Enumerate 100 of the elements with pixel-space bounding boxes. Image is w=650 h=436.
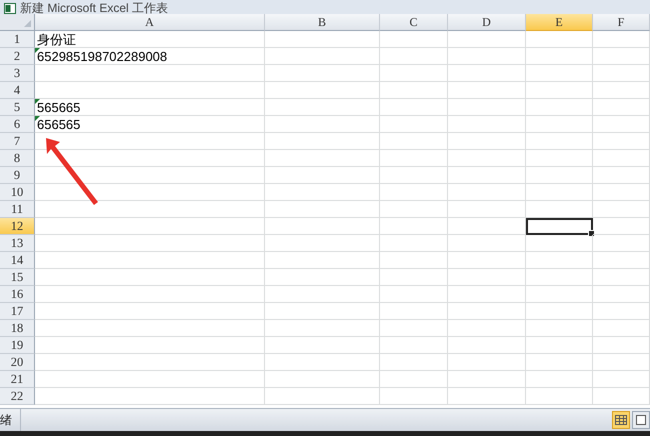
- table-cell[interactable]: [380, 269, 448, 286]
- table-cell[interactable]: [448, 82, 526, 99]
- table-cell[interactable]: [380, 150, 448, 167]
- column-header[interactable]: E: [526, 14, 593, 31]
- table-cell[interactable]: 656565: [35, 116, 265, 133]
- table-cell[interactable]: [526, 116, 593, 133]
- table-cell[interactable]: [593, 286, 650, 303]
- table-cell[interactable]: [593, 371, 650, 388]
- row-header[interactable]: 20: [0, 354, 35, 371]
- row-header[interactable]: 3: [0, 65, 35, 82]
- row-header[interactable]: 22: [0, 388, 35, 405]
- table-cell[interactable]: [526, 303, 593, 320]
- table-cell[interactable]: [448, 201, 526, 218]
- table-cell[interactable]: [448, 65, 526, 82]
- table-cell[interactable]: [448, 184, 526, 201]
- table-cell[interactable]: [265, 65, 380, 82]
- row-header[interactable]: 17: [0, 303, 35, 320]
- table-cell[interactable]: [380, 201, 448, 218]
- table-cell[interactable]: [380, 48, 448, 65]
- table-cell[interactable]: [593, 388, 650, 405]
- column-header[interactable]: F: [593, 14, 650, 31]
- table-cell[interactable]: [448, 269, 526, 286]
- table-cell[interactable]: [35, 218, 265, 235]
- table-cell[interactable]: [448, 252, 526, 269]
- table-cell[interactable]: [526, 31, 593, 48]
- column-header[interactable]: B: [265, 14, 380, 31]
- row-header[interactable]: 13: [0, 235, 35, 252]
- table-cell[interactable]: [380, 184, 448, 201]
- table-cell[interactable]: [448, 150, 526, 167]
- table-cell[interactable]: [265, 252, 380, 269]
- row-header[interactable]: 14: [0, 252, 35, 269]
- table-cell[interactable]: [526, 388, 593, 405]
- table-cell[interactable]: [448, 354, 526, 371]
- table-cell[interactable]: [448, 31, 526, 48]
- table-cell[interactable]: [380, 65, 448, 82]
- table-cell[interactable]: [380, 337, 448, 354]
- table-cell[interactable]: [593, 320, 650, 337]
- table-cell[interactable]: [526, 133, 593, 150]
- table-cell[interactable]: [265, 133, 380, 150]
- table-cell[interactable]: [380, 133, 448, 150]
- table-cell[interactable]: [380, 371, 448, 388]
- table-cell[interactable]: 身份证: [35, 31, 265, 48]
- table-cell[interactable]: [593, 201, 650, 218]
- table-cell[interactable]: [593, 354, 650, 371]
- column-header[interactable]: A: [35, 14, 265, 31]
- table-cell[interactable]: [35, 303, 265, 320]
- table-cell[interactable]: [593, 218, 650, 235]
- table-cell[interactable]: [265, 201, 380, 218]
- table-cell[interactable]: [265, 116, 380, 133]
- table-cell[interactable]: [593, 116, 650, 133]
- table-cell[interactable]: [526, 150, 593, 167]
- table-cell[interactable]: [380, 320, 448, 337]
- table-cell[interactable]: [448, 116, 526, 133]
- row-header[interactable]: 6: [0, 116, 35, 133]
- fill-handle[interactable]: [588, 230, 595, 237]
- row-header[interactable]: 10: [0, 184, 35, 201]
- table-cell[interactable]: [380, 82, 448, 99]
- table-cell[interactable]: [526, 82, 593, 99]
- table-cell[interactable]: [35, 371, 265, 388]
- table-cell[interactable]: [35, 388, 265, 405]
- table-cell[interactable]: [265, 167, 380, 184]
- table-cell[interactable]: [35, 354, 265, 371]
- row-header[interactable]: 16: [0, 286, 35, 303]
- table-cell[interactable]: [448, 320, 526, 337]
- table-cell[interactable]: [265, 235, 380, 252]
- table-cell[interactable]: [380, 218, 448, 235]
- table-cell[interactable]: [526, 286, 593, 303]
- row-header[interactable]: 15: [0, 269, 35, 286]
- table-cell[interactable]: [380, 252, 448, 269]
- column-header[interactable]: C: [380, 14, 448, 31]
- table-cell[interactable]: [265, 48, 380, 65]
- table-cell[interactable]: [593, 184, 650, 201]
- table-cell[interactable]: 652985198702289008: [35, 48, 265, 65]
- row-header[interactable]: 21: [0, 371, 35, 388]
- table-cell[interactable]: [526, 337, 593, 354]
- normal-view-button[interactable]: [612, 411, 630, 429]
- table-cell[interactable]: [35, 286, 265, 303]
- table-cell[interactable]: [265, 184, 380, 201]
- table-cell[interactable]: [380, 235, 448, 252]
- table-cell[interactable]: [448, 48, 526, 65]
- table-cell[interactable]: [380, 167, 448, 184]
- row-header[interactable]: 18: [0, 320, 35, 337]
- table-cell[interactable]: [448, 286, 526, 303]
- row-header[interactable]: 1: [0, 31, 35, 48]
- table-cell[interactable]: [593, 150, 650, 167]
- table-cell[interactable]: [380, 354, 448, 371]
- table-cell[interactable]: [448, 337, 526, 354]
- table-cell[interactable]: [526, 99, 593, 116]
- table-cell[interactable]: [593, 303, 650, 320]
- table-cell[interactable]: [448, 133, 526, 150]
- table-cell[interactable]: [526, 320, 593, 337]
- table-cell[interactable]: [593, 31, 650, 48]
- table-cell[interactable]: [265, 286, 380, 303]
- table-cell[interactable]: [593, 269, 650, 286]
- table-cell[interactable]: [526, 252, 593, 269]
- table-cell[interactable]: [593, 133, 650, 150]
- table-cell[interactable]: [526, 167, 593, 184]
- row-header[interactable]: 12: [0, 218, 35, 235]
- table-cell[interactable]: [593, 252, 650, 269]
- table-cell[interactable]: [35, 201, 265, 218]
